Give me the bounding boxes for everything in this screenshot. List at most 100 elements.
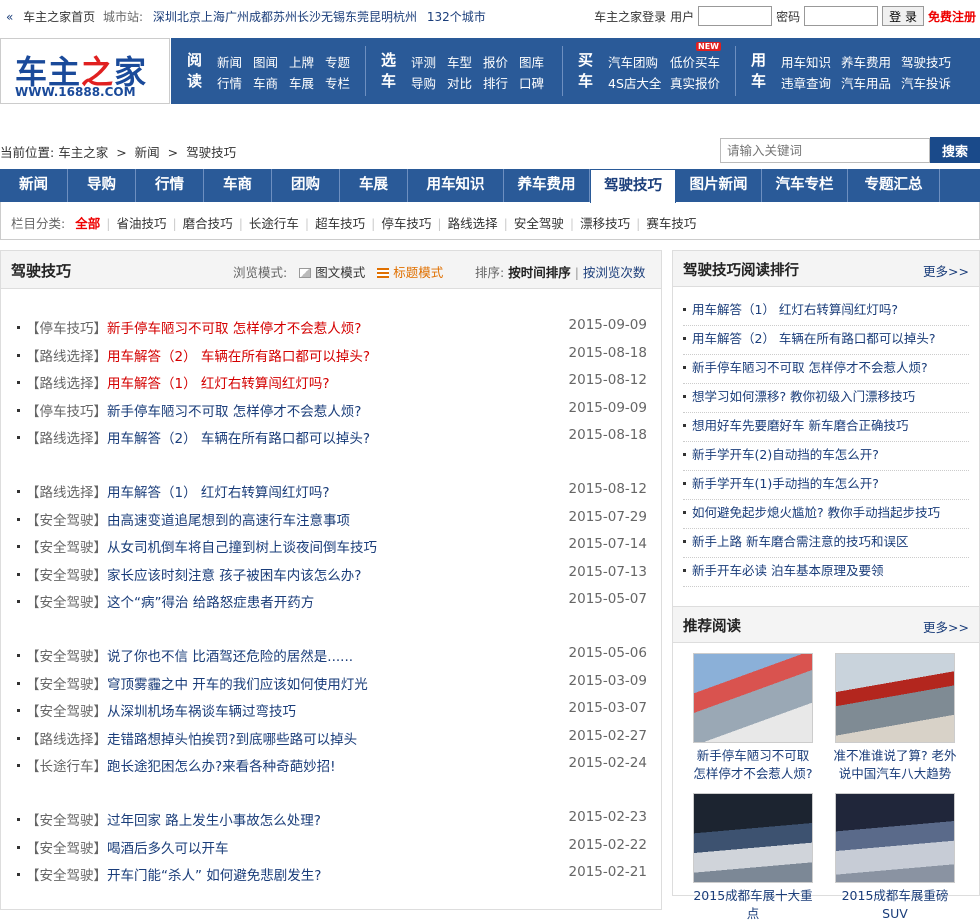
city-link[interactable]: 广州 xyxy=(225,10,249,24)
category-item[interactable]: 省油技巧 xyxy=(116,216,166,231)
nav-link[interactable]: 对比 xyxy=(447,73,472,92)
recommend-card[interactable]: 新手停车陋习不可取 怎样停才不会惹人烦? xyxy=(691,653,815,783)
article-category[interactable]: 【安全驾驶】 xyxy=(26,513,107,529)
password-input[interactable] xyxy=(804,6,879,26)
recommend-card[interactable]: 准不准谁说了算? 老外说中国汽车八大趋势 xyxy=(833,653,957,783)
article-title[interactable]: 喝酒后多久可以开车 xyxy=(107,841,229,857)
login-button[interactable]: 登 录 xyxy=(882,6,924,26)
article-category[interactable]: 【路线选择】 xyxy=(26,732,107,748)
article-category[interactable]: 【路线选择】 xyxy=(26,485,107,501)
nav-link[interactable]: 车展 xyxy=(289,73,314,92)
article-title[interactable]: 新手停车陋习不可取 怎样停才不会惹人烦? xyxy=(107,404,361,420)
recommend-caption[interactable]: 准不准谁说了算? 老外说中国汽车八大趋势 xyxy=(833,747,957,783)
article-title[interactable]: 跑长途犯困怎么办?来看各种奇葩妙招! xyxy=(107,759,336,775)
nav-link[interactable]: 4S店大全 xyxy=(608,73,661,92)
recommend-caption[interactable]: 2015成都车展重磅SUV xyxy=(833,887,957,923)
nav-link[interactable]: 车型 xyxy=(447,52,472,71)
article-category[interactable]: 【停车技巧】 xyxy=(26,321,107,337)
nav-link[interactable]: 驾驶技巧 xyxy=(901,52,951,71)
ranking-more-link[interactable]: 更多>> xyxy=(923,261,969,280)
ranking-item[interactable]: 想用好车先要磨好车 新车磨合正确技巧 xyxy=(683,413,969,442)
tab-3[interactable]: 车商 xyxy=(204,169,272,202)
article-title[interactable]: 这个“病”得治 给路怒症患者开药方 xyxy=(107,595,314,611)
ranking-item[interactable]: 如何避免起步熄火尴尬? 教你手动挡起步技巧 xyxy=(683,500,969,529)
nav-group-head[interactable]: 买车 xyxy=(578,50,596,92)
article-category[interactable]: 【安全驾驶】 xyxy=(26,841,107,857)
picture-mode-toggle[interactable]: 图文模式 xyxy=(299,265,365,280)
category-item[interactable]: 安全驾驶 xyxy=(514,216,564,231)
tab-7[interactable]: 养车费用 xyxy=(504,169,590,202)
city-link[interactable]: 深圳 xyxy=(153,10,177,24)
nav-link[interactable]: 导购 xyxy=(411,73,436,92)
recommend-caption[interactable]: 2015成都车展十大重点 xyxy=(691,887,815,923)
nav-link[interactable]: 车商 xyxy=(253,73,278,92)
home-link[interactable]: 车主之家首页 xyxy=(23,10,95,24)
nav-link[interactable]: 上牌 xyxy=(289,52,314,71)
nav-link[interactable]: 汽车团购 xyxy=(608,52,658,71)
category-item[interactable]: 磨合技巧 xyxy=(183,216,233,231)
article-title[interactable]: 由高速变道追尾想到的高速行车注意事项 xyxy=(107,513,350,529)
article-category[interactable]: 【路线选择】 xyxy=(26,349,107,365)
article-title[interactable]: 穹顶雾霾之中 开车的我们应该如何使用灯光 xyxy=(107,677,368,693)
tab-4[interactable]: 团购 xyxy=(272,169,340,202)
nav-group-head[interactable]: 选车 xyxy=(381,50,399,92)
ranking-item[interactable]: 用车解答（1） 红灯右转算闯红灯吗? xyxy=(683,297,969,326)
recommend-card[interactable]: 2015成都车展十大重点 xyxy=(691,793,815,923)
search-input[interactable] xyxy=(720,138,930,163)
recommend-caption[interactable]: 新手停车陋习不可取 怎样停才不会惹人烦? xyxy=(691,747,815,783)
nav-link[interactable]: 口碑 xyxy=(519,73,544,92)
nav-link[interactable]: 评测 xyxy=(411,52,436,71)
ranking-item[interactable]: 新手学开车(2)自动挡的车怎么开? xyxy=(683,442,969,471)
nav-group-head[interactable]: 用车 xyxy=(751,50,769,92)
article-category[interactable]: 【长途行车】 xyxy=(26,759,107,775)
city-link[interactable]: 东莞 xyxy=(345,10,369,24)
article-title[interactable]: 走错路想掉头怕挨罚?到底哪些路可以掉头 xyxy=(107,732,357,748)
category-item[interactable]: 长途行车 xyxy=(249,216,299,231)
article-title[interactable]: 开车门能“杀人” 如何避免悲剧发生? xyxy=(107,868,321,884)
article-category[interactable]: 【安全驾驶】 xyxy=(26,813,107,829)
category-item[interactable]: 路线选择 xyxy=(448,216,498,231)
article-category[interactable]: 【安全驾驶】 xyxy=(26,704,107,720)
category-item[interactable]: 赛车技巧 xyxy=(646,216,696,231)
more-cities-link[interactable]: 132个城市 xyxy=(427,10,486,24)
nav-link[interactable]: 图闻 xyxy=(253,52,278,71)
category-item[interactable]: 停车技巧 xyxy=(381,216,431,231)
article-title[interactable]: 说了你也不信 比酒驾还危险的居然是...... xyxy=(107,649,353,665)
city-link[interactable]: 长沙 xyxy=(297,10,321,24)
tab-8[interactable]: 驾驶技巧 xyxy=(590,169,676,203)
search-button[interactable]: 搜索 xyxy=(930,137,980,163)
tab-10[interactable]: 汽车专栏 xyxy=(762,169,848,202)
ranking-item[interactable]: 用车解答（2） 车辆在所有路口都可以掉头? xyxy=(683,326,969,355)
register-link[interactable]: 免费注册 xyxy=(928,8,976,25)
nav-link[interactable]: 养车费用 xyxy=(841,52,891,71)
category-item[interactable]: 超车技巧 xyxy=(315,216,365,231)
tab-0[interactable]: 新闻 xyxy=(0,169,68,202)
username-input[interactable] xyxy=(698,6,773,26)
ranking-item[interactable]: 新手开车必读 泊车基本原理及要领 xyxy=(683,558,969,587)
nav-link[interactable]: 图库 xyxy=(519,52,544,71)
nav-link[interactable]: 专题 xyxy=(325,52,350,71)
article-category[interactable]: 【安全驾驶】 xyxy=(26,595,107,611)
city-link[interactable]: 成都 xyxy=(249,10,273,24)
article-category[interactable]: 【安全驾驶】 xyxy=(26,649,107,665)
ranking-item[interactable]: 新手学开车(1)手动挡的车怎么开? xyxy=(683,471,969,500)
nav-link[interactable]: 汽车投诉 xyxy=(901,73,951,92)
nav-group-head[interactable]: 阅读 xyxy=(187,50,205,92)
tab-5[interactable]: 车展 xyxy=(340,169,408,202)
city-link[interactable]: 苏州 xyxy=(273,10,297,24)
tab-2[interactable]: 行情 xyxy=(136,169,204,202)
category-item[interactable]: 漂移技巧 xyxy=(580,216,630,231)
recommend-more-link[interactable]: 更多>> xyxy=(923,617,969,636)
article-title[interactable]: 用车解答（2） 车辆在所有路口都可以掉头? xyxy=(107,349,370,365)
article-title[interactable]: 过年回家 路上发生小事故怎么处理? xyxy=(107,813,321,829)
recommend-thumbnail[interactable] xyxy=(693,653,813,743)
sort-by-views[interactable]: 按浏览次数 xyxy=(583,265,646,280)
article-category[interactable]: 【停车技巧】 xyxy=(26,404,107,420)
article-category[interactable]: 【路线选择】 xyxy=(26,376,107,392)
ranking-item[interactable]: 新手停车陋习不可取 怎样停才不会惹人烦? xyxy=(683,355,969,384)
nav-link[interactable]: 用车知识 xyxy=(781,52,831,71)
article-title[interactable]: 从深圳机场车祸谈车辆过弯技巧 xyxy=(107,704,296,720)
tab-9[interactable]: 图片新闻 xyxy=(676,169,762,202)
sort-by-time[interactable]: 按时间排序 xyxy=(508,265,571,280)
nav-link[interactable]: 报价 xyxy=(483,52,508,71)
